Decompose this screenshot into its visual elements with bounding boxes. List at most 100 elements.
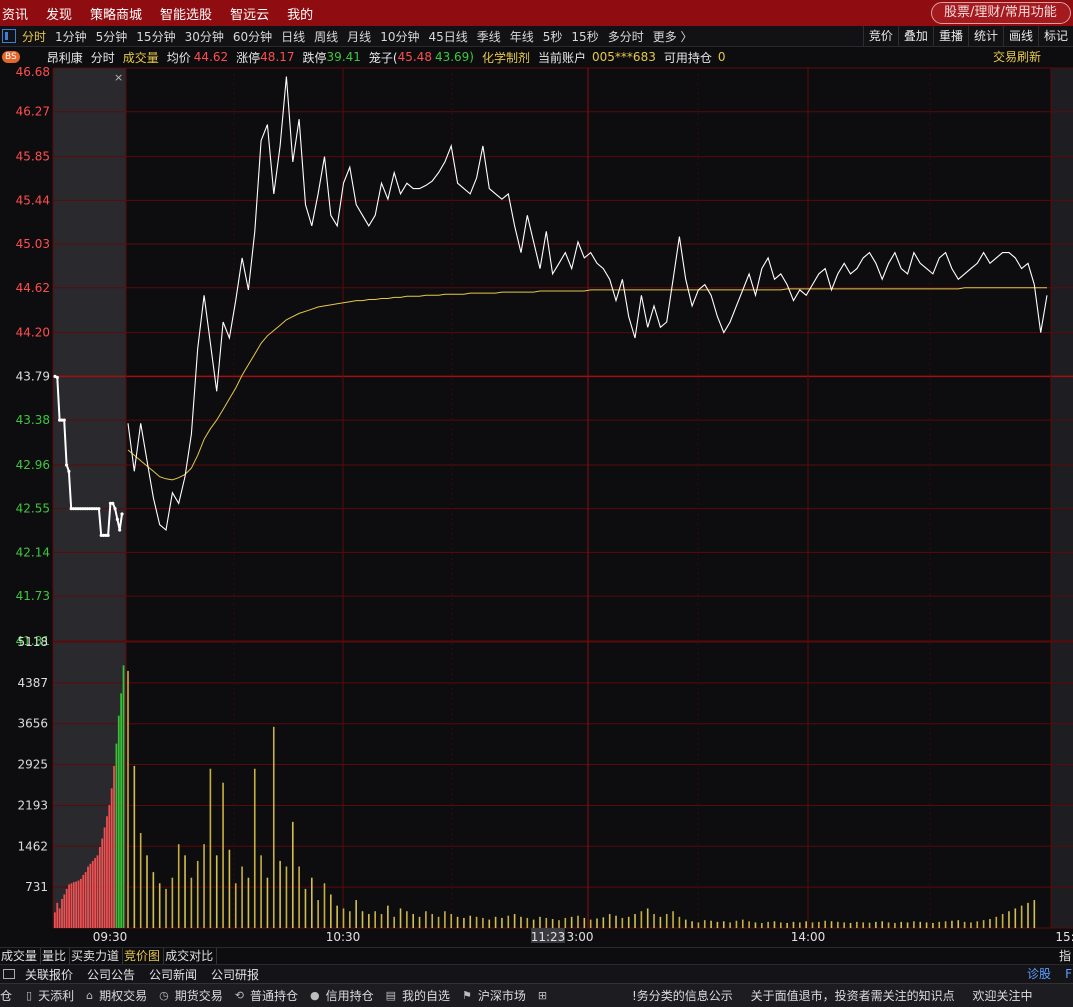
intraday-chart[interactable]: × 46.68 46.27 45.85 45.44 45.03 44.62 44.20 43.… — [0, 66, 1073, 947]
close-overlay-icon[interactable]: × — [114, 71, 123, 84]
volume-bar — [539, 916, 541, 928]
volume-bar — [589, 919, 592, 928]
volume-bar — [824, 920, 826, 928]
auction-button[interactable]: 竞价 — [862, 26, 898, 47]
account-label: 当前账户 — [538, 50, 587, 65]
period-tab-15min[interactable]: 15分钟 — [136, 28, 175, 45]
period-tab-quarter[interactable]: 季线 — [477, 28, 501, 45]
volume-bar — [792, 921, 795, 928]
period-tab-60min[interactable]: 60分钟 — [233, 28, 272, 45]
volume-bar — [748, 921, 750, 928]
auction-volume-bar — [80, 878, 82, 928]
menu-discover[interactable]: 发现 — [46, 4, 72, 23]
tab-company-news[interactable]: 公司新闻 — [149, 966, 197, 983]
ticker-item[interactable]: 关于面值退市，投资者需关注的知识点 — [751, 989, 955, 1003]
period-tab-year[interactable]: 年线 — [510, 28, 534, 45]
status-item-tiantianli[interactable]: ▯ 天添利 — [26, 987, 74, 1004]
auction-volume-bar — [61, 898, 63, 928]
period-tab-1min[interactable]: 1分钟 — [55, 28, 87, 45]
menu-mine[interactable]: 我的 — [287, 4, 313, 23]
volume-bar — [627, 916, 630, 928]
period-tab-intraday[interactable]: 分时 — [22, 28, 46, 45]
period-tab-week[interactable]: 周线 — [314, 28, 338, 45]
auction-volume-bar — [94, 858, 96, 928]
volume-bar — [469, 915, 472, 928]
tab-related-quotes[interactable]: 关联报价 — [25, 966, 73, 983]
chart-icon: ▤ — [385, 989, 396, 1002]
volume-bar — [387, 905, 389, 928]
volume-bar — [177, 844, 180, 928]
auction-volume-bar — [75, 881, 78, 928]
status-item-watchlist[interactable]: ▤ 我的自选 — [386, 987, 450, 1004]
trade-refresh-button[interactable]: 交易刷新 — [993, 48, 1041, 66]
volume-bar — [482, 917, 484, 928]
ticker-item[interactable]: !务分类的信息公示 — [632, 989, 733, 1003]
menu-strategy-mall[interactable]: 策略商城 — [90, 4, 142, 23]
auction-volume-bar — [63, 894, 66, 928]
tab-auction-chart[interactable]: 竞价图 — [123, 948, 165, 964]
period-tab-5min[interactable]: 5分钟 — [96, 28, 128, 45]
auction-volume-bar — [89, 863, 92, 928]
tab-company-research[interactable]: 公司研报 — [211, 966, 259, 983]
replay-button[interactable]: 重播 — [932, 26, 968, 47]
auction-volume-bar — [110, 788, 113, 928]
volume-bar — [247, 877, 250, 928]
volume-bar — [735, 920, 738, 928]
menu-news[interactable]: 资讯 — [2, 4, 28, 23]
volume-bar — [703, 920, 706, 928]
status-item-options[interactable]: ⌂ 期权交易 — [86, 987, 147, 1004]
tab-buy-sell-force[interactable]: 买卖力道 — [70, 948, 124, 964]
status-item-futures[interactable]: ◷ 期货交易 — [159, 987, 223, 1004]
layout-toggle-icon[interactable] — [2, 29, 16, 43]
volume-bar — [431, 914, 434, 928]
period-tab-30min[interactable]: 30分钟 — [185, 28, 224, 45]
auction-price-point — [67, 469, 71, 473]
phone-icon: ▯ — [26, 989, 33, 1002]
status-item-market[interactable]: ⚑ 沪深市场 — [462, 987, 526, 1004]
period-tab-10min[interactable]: 10分钟 — [380, 28, 419, 45]
tab-company-notices[interactable]: 公司公告 — [87, 966, 135, 983]
volume-bar — [260, 855, 262, 928]
period-tab-45day[interactable]: 45日线 — [428, 28, 467, 45]
news-ticker[interactable]: !务分类的信息公示 关于面值退市，投资者需关注的知识点 欢迎关注中 — [632, 984, 1047, 1007]
tab-volume[interactable]: 成交量 — [0, 948, 42, 964]
period-tab-5sec[interactable]: 5秒 — [543, 28, 563, 45]
plus-icon: ⊞ — [537, 989, 548, 1002]
volume-bar — [412, 914, 415, 928]
menu-smart-picker[interactable]: 智能选股 — [160, 4, 212, 23]
draw-line-button[interactable]: 画线 — [1002, 26, 1038, 47]
status-label: 期权交易 — [99, 989, 148, 1003]
panel-icon[interactable] — [3, 969, 15, 979]
volume-bar — [558, 920, 560, 928]
period-tab-day[interactable]: 日线 — [281, 28, 305, 45]
price-tick-label: 46.68 — [16, 66, 50, 79]
period-tab-month[interactable]: 月线 — [347, 28, 371, 45]
indicator-label[interactable]: 指 — [1059, 948, 1071, 965]
stats-button[interactable]: 统计 — [967, 26, 1003, 47]
volume-bar — [811, 922, 814, 928]
tab-trade-compare[interactable]: 成交对比 — [164, 948, 218, 964]
time-tick-label: 14:00 — [791, 930, 826, 944]
period-tab-15sec[interactable]: 15秒 — [571, 28, 598, 45]
bs-badge[interactable]: BS — [2, 51, 20, 63]
menu-zhiyuan-cloud[interactable]: 智远云 — [230, 4, 269, 23]
ticker-item[interactable]: 欢迎关注中 — [972, 989, 1032, 1003]
auction-price-point — [115, 517, 119, 521]
tab-volume-ratio[interactable]: 量比 — [41, 948, 71, 964]
mark-button[interactable]: 标记 — [1037, 26, 1073, 47]
search-input[interactable]: 股票/理财/常用功能 — [931, 2, 1071, 24]
period-tab-multi-intraday[interactable]: 多分时 — [608, 28, 644, 45]
overlay-button[interactable]: 叠加 — [897, 26, 933, 47]
volume-bar — [875, 921, 877, 928]
volume-bar — [285, 866, 288, 928]
status-item-add[interactable]: ⊞ — [538, 989, 553, 1002]
volume-bar — [856, 921, 858, 928]
sector-label[interactable]: 化学制剂 — [482, 49, 530, 66]
diagnose-button[interactable]: 诊股 — [1027, 965, 1051, 984]
volume-bar — [304, 888, 307, 928]
volume-bar — [773, 921, 776, 928]
status-item-normal-position[interactable]: ⟲ 普通持仓 — [235, 987, 298, 1004]
status-item-credit-position[interactable]: ● 信用持仓 — [310, 987, 374, 1004]
status-label: 信用持仓 — [325, 989, 374, 1003]
period-tab-more[interactable]: 更多 〉 — [653, 28, 693, 45]
